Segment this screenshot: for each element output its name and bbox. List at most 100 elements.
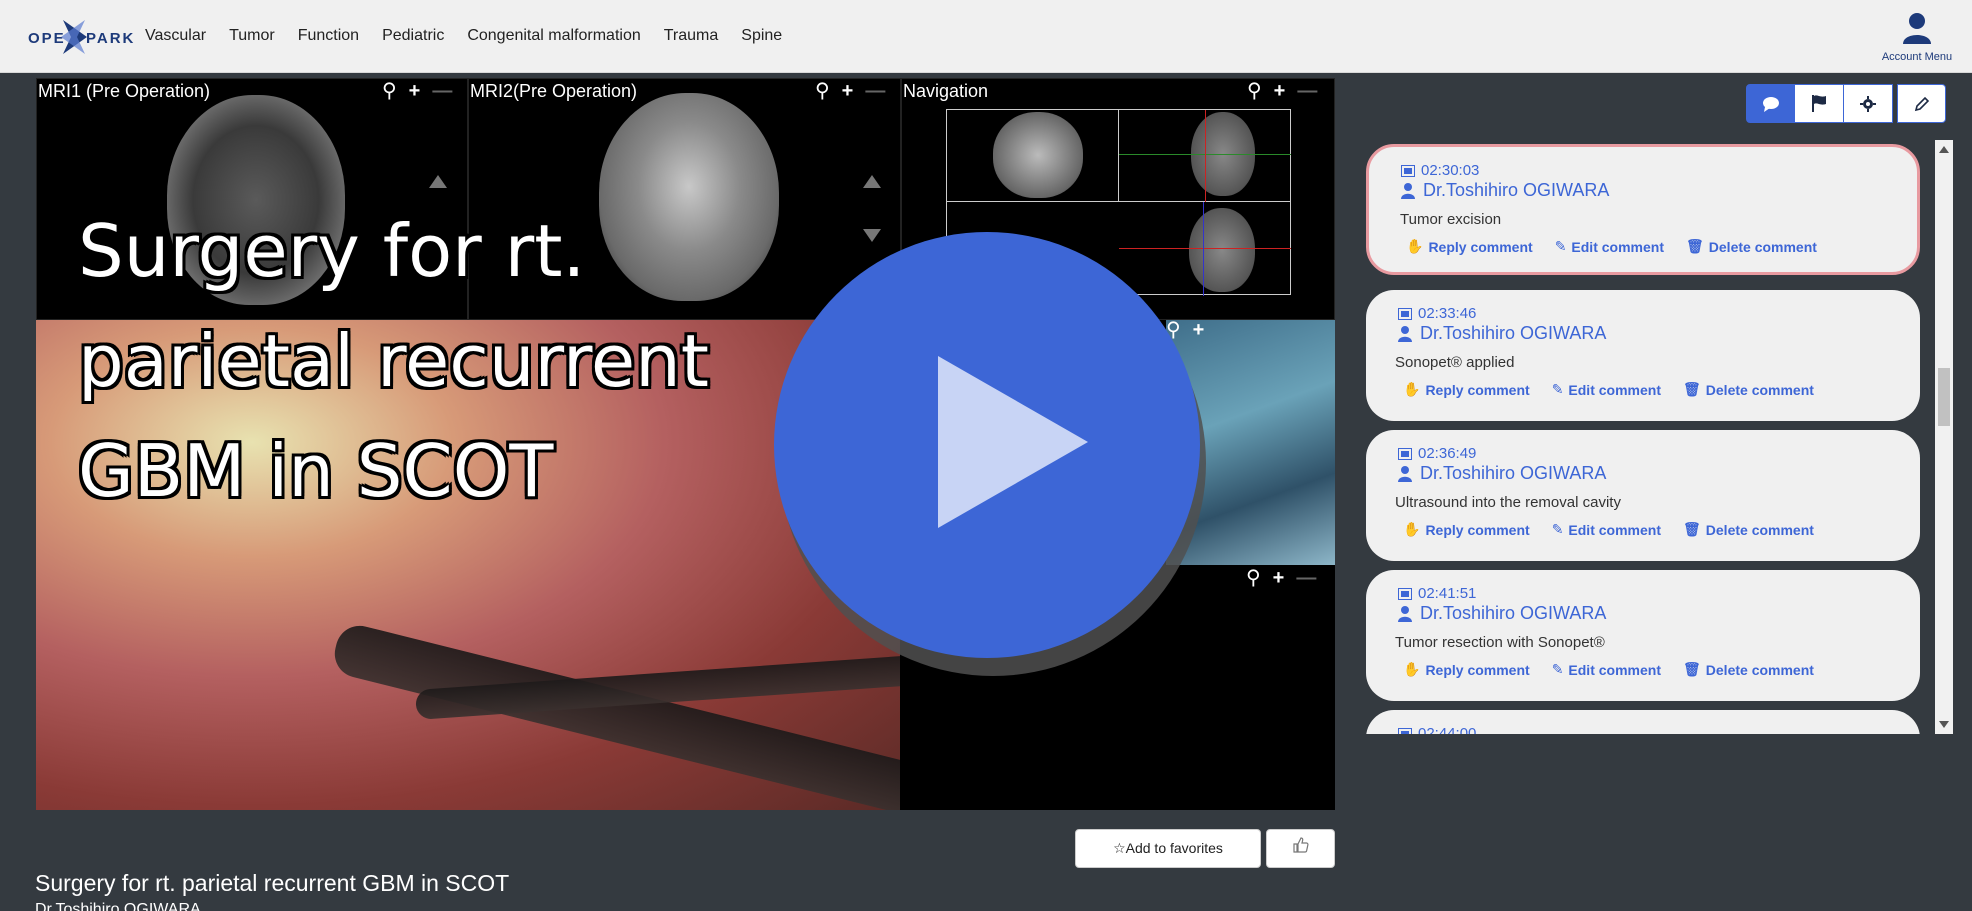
scroll-down-arrow[interactable]: [863, 229, 881, 242]
comment-item[interactable]: 02:41:51 Dr.Toshihiro OGIWARA Tumor rese…: [1366, 570, 1920, 701]
plus-icon[interactable]: +: [1193, 320, 1205, 340]
delete-comment-button[interactable]: 🗑 Delete comment: [1686, 238, 1817, 255]
nav-view-coronal: [1189, 208, 1255, 292]
film-icon: [1401, 164, 1415, 177]
video-overlay-title: Surgery for rt. parietal recurrent GBM i…: [78, 209, 710, 513]
reply-icon: ✋: [1403, 521, 1421, 537]
category-nav: Vascular Tumor Function Pediatric Congen…: [145, 27, 805, 45]
delete-comment-button[interactable]: 🗑 Delete comment: [1683, 521, 1814, 538]
nav-item-vascular[interactable]: Vascular: [145, 27, 206, 45]
minus-icon[interactable]: —: [1297, 81, 1317, 101]
opepark-logo[interactable]: OPE PARK: [28, 20, 133, 54]
scroll-up-arrow[interactable]: [1939, 146, 1949, 153]
user-icon: [1398, 465, 1412, 482]
play-icon: [938, 356, 1088, 528]
plus-icon[interactable]: +: [1273, 568, 1285, 588]
comment-item[interactable]: 02:33:46 Dr.Toshihiro OGIWARA Sonopet® a…: [1366, 290, 1920, 421]
comment-text: Sonopet® applied: [1395, 354, 1515, 371]
user-icon: [1903, 13, 1931, 44]
scrollbar-thumb[interactable]: [1938, 368, 1950, 426]
or-view-tools: ⚲ +: [1166, 320, 1204, 340]
plus-icon[interactable]: +: [409, 81, 421, 101]
tab-settings[interactable]: [1844, 84, 1893, 123]
delete-comment-button[interactable]: 🗑 Delete comment: [1683, 381, 1814, 398]
comment-timestamp[interactable]: 02:30:03: [1401, 162, 1479, 179]
comment-timestamp[interactable]: 02:36:49: [1398, 445, 1476, 462]
reply-icon: ✋: [1403, 661, 1421, 677]
navigation-title: Navigation: [903, 81, 989, 101]
edit-comment-button[interactable]: ✎ Edit comment: [1552, 521, 1661, 538]
nav-item-spine[interactable]: Spine: [741, 27, 782, 45]
nav-item-function[interactable]: Function: [298, 27, 359, 45]
trash-icon: 🗑: [1683, 661, 1701, 677]
reply-comment-button[interactable]: ✋ Reply comment: [1403, 521, 1530, 538]
comment-text: Tumor excision: [1400, 211, 1502, 228]
comment-actions: ✋ Reply comment ✎ Edit comment 🗑 Delete com…: [1403, 381, 1814, 398]
comment-timestamp[interactable]: 02:41:51: [1398, 585, 1476, 602]
comment-timestamp[interactable]: 02:33:46: [1398, 305, 1476, 322]
nav-item-pediatric[interactable]: Pediatric: [382, 27, 444, 45]
film-icon: [1398, 307, 1412, 320]
delete-comment-button[interactable]: 🗑 Delete comment: [1683, 661, 1814, 678]
zoom-icon[interactable]: ⚲: [1246, 568, 1261, 588]
reply-comment-button[interactable]: ✋ Reply comment: [1403, 661, 1530, 678]
zoom-icon[interactable]: ⚲: [815, 81, 830, 101]
top-navbar: OPE PARK Vascular Tumor Function Pediatr…: [0, 0, 1972, 73]
edit-comment-button[interactable]: ✎ Edit comment: [1552, 661, 1661, 678]
add-to-favorites-button[interactable]: ☆Add to favorites: [1075, 829, 1261, 868]
minus-icon[interactable]: —: [432, 81, 452, 101]
zoom-icon[interactable]: ⚲: [382, 81, 397, 101]
video-player[interactable]: MRI1 (Pre Operation) ⚲ + — MRI2(Pre Oper…: [36, 78, 1335, 810]
nav-item-congenital-malformation[interactable]: Congenital malformation: [467, 27, 640, 45]
scroll-up-arrow[interactable]: [429, 175, 447, 188]
thumbs-up-icon: [1292, 837, 1309, 853]
trash-icon: 🗑: [1683, 381, 1701, 397]
comment-item[interactable]: 02:30:03 Dr.Toshihiro OGIWARA Tumor exci…: [1366, 144, 1920, 275]
edit-comment-button[interactable]: ✎ Edit comment: [1552, 381, 1661, 398]
scroll-up-arrow[interactable]: [863, 175, 881, 188]
edit-icon: ✎: [1554, 238, 1567, 254]
scroll-down-arrow[interactable]: [1939, 721, 1949, 728]
reply-comment-button[interactable]: ✋ Reply comment: [1406, 238, 1533, 255]
mri1-title: MRI1 (Pre Operation): [38, 81, 211, 101]
comment-list-scrollbar[interactable]: [1935, 140, 1953, 734]
zoom-icon[interactable]: ⚲: [1247, 81, 1262, 101]
film-icon: [1398, 447, 1412, 460]
user-icon: [1398, 325, 1412, 342]
reply-comment-button[interactable]: ✋ Reply comment: [1403, 381, 1530, 398]
nav-item-tumor[interactable]: Tumor: [229, 27, 275, 45]
comment-actions: ✋ Reply comment ✎ Edit comment 🗑 Delete com…: [1406, 238, 1817, 255]
comment-author: Dr.Toshihiro OGIWARA: [1398, 603, 1606, 624]
edit-comment-button[interactable]: ✎ Edit comment: [1555, 238, 1664, 255]
account-menu[interactable]: Account Menu: [1879, 12, 1955, 63]
comment-item[interactable]: 02:44:00: [1366, 710, 1920, 734]
edit-icon: ✎: [1551, 661, 1564, 677]
comment-list[interactable]: 02:30:03 Dr.Toshihiro OGIWARA Tumor exci…: [1366, 140, 1953, 734]
edit-icon: ✎: [1551, 521, 1564, 537]
comment-timestamp[interactable]: 02:44:00: [1398, 725, 1476, 734]
mri1-tools: ⚲ + —: [382, 81, 452, 101]
tab-flags[interactable]: [1795, 84, 1844, 123]
plus-icon[interactable]: +: [1274, 81, 1286, 101]
video-author: Dr.Toshihiro OGIWARA: [35, 901, 201, 911]
flag-icon: [1812, 95, 1826, 112]
play-button[interactable]: [774, 232, 1200, 658]
surgical-instrument: [329, 620, 900, 810]
comment-text: Ultrasound into the removal cavity: [1395, 494, 1621, 511]
film-icon: [1398, 727, 1412, 734]
tab-comments[interactable]: [1746, 84, 1795, 123]
comment-author: Dr.Toshihiro OGIWARA: [1398, 463, 1606, 484]
minus-icon[interactable]: —: [1296, 568, 1316, 588]
nav-item-trauma[interactable]: Trauma: [664, 27, 719, 45]
edit-icon: ✎: [1551, 381, 1564, 397]
film-icon: [1398, 587, 1412, 600]
logo-x-mark: [61, 20, 87, 54]
comment-icon: [1762, 96, 1779, 112]
trash-icon: 🗑: [1686, 238, 1704, 254]
mri2-tools: ⚲ + —: [815, 81, 885, 101]
minus-icon[interactable]: —: [865, 81, 885, 101]
comment-item[interactable]: 02:36:49 Dr.Toshihiro OGIWARA Ultrasound…: [1366, 430, 1920, 561]
tab-edit[interactable]: [1897, 84, 1946, 123]
like-button[interactable]: [1266, 829, 1335, 868]
plus-icon[interactable]: +: [842, 81, 854, 101]
